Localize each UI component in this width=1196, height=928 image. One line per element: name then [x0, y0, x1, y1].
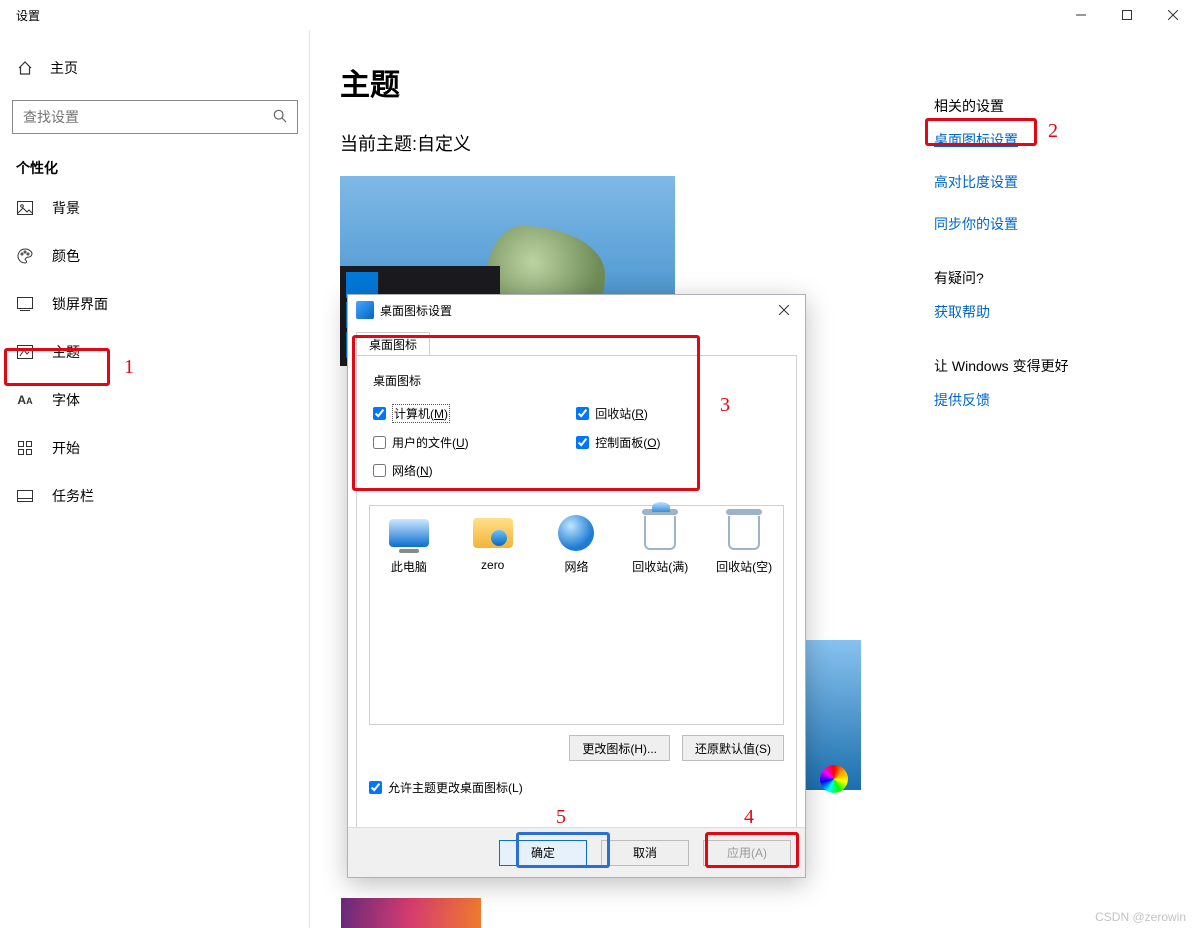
- check-control-panel[interactable]: 控制面板(O): [576, 434, 775, 451]
- theme-thumbnail[interactable]: [341, 898, 481, 928]
- font-icon: AA: [16, 393, 34, 407]
- link-get-help[interactable]: 获取帮助: [934, 302, 1154, 322]
- dialog-titlebar: 桌面图标设置: [348, 295, 805, 325]
- icon-label: 网络: [564, 558, 588, 575]
- annotation-number-1: 1: [124, 356, 134, 379]
- annotation-number-3: 3: [720, 394, 730, 417]
- window-title: 设置: [0, 7, 40, 24]
- minimize-button[interactable]: [1058, 0, 1104, 30]
- dialog-body: 桌面图标 计算机(M) 回收站(R) 用户的文件(U) 控制面板(O) 网络(N…: [356, 355, 797, 859]
- nav-label: 主题: [52, 342, 80, 362]
- window-controls: [1058, 0, 1196, 30]
- nav-lockscreen[interactable]: 锁屏界面: [0, 280, 309, 328]
- nav-label: 背景: [52, 198, 80, 218]
- home-label: 主页: [50, 58, 78, 78]
- group-label: 桌面图标: [373, 372, 784, 389]
- nav-start[interactable]: 开始: [0, 424, 309, 472]
- colorwheel-icon: [820, 765, 848, 793]
- annotation-number-5: 5: [556, 806, 566, 829]
- question-heading: 有疑问?: [934, 268, 1154, 288]
- search-input[interactable]: [13, 109, 263, 125]
- icon-label: zero: [481, 558, 504, 572]
- dialog-desktop-icon-settings: 桌面图标设置 桌面图标 桌面图标 计算机(M) 回收站(R) 用户的文件(U) …: [347, 294, 806, 878]
- icon-recycle-empty[interactable]: 回收站(空): [711, 514, 777, 575]
- check-computer[interactable]: 计算机(M): [373, 404, 572, 423]
- ok-button[interactable]: 确定: [499, 840, 587, 866]
- related-column: 相关的设置 桌面图标设置 高对比度设置 同步你的设置 有疑问? 获取帮助 让 W…: [934, 96, 1154, 432]
- icon-list: 此电脑 zero 网络 回收站(满) 回收站(空): [369, 505, 784, 725]
- check-user-files[interactable]: 用户的文件(U): [373, 434, 572, 451]
- theme-icon: [16, 345, 34, 359]
- search-icon: [263, 109, 297, 126]
- restore-defaults-button[interactable]: 还原默认值(S): [682, 735, 784, 761]
- annotation-number-4: 4: [744, 806, 754, 829]
- nav-label: 颜色: [52, 246, 80, 266]
- apply-button[interactable]: 应用(A): [703, 840, 791, 866]
- checkbox-user-files[interactable]: [373, 436, 386, 449]
- cancel-button[interactable]: 取消: [601, 840, 689, 866]
- titlebar: 设置: [0, 0, 1196, 30]
- sidebar: 主页 个性化 背景 颜色 锁屏界面 主题 AA 字体 开始 任务栏: [0, 30, 310, 928]
- link-high-contrast[interactable]: 高对比度设置: [934, 172, 1154, 192]
- icon-user-folder[interactable]: zero: [460, 514, 526, 575]
- check-recyclebin[interactable]: 回收站(R): [576, 404, 775, 423]
- home-nav[interactable]: 主页: [0, 46, 309, 90]
- lockscreen-icon: [16, 297, 34, 311]
- maximize-button[interactable]: [1104, 0, 1150, 30]
- check-network[interactable]: 网络(N): [373, 462, 572, 479]
- icon-network[interactable]: 网络: [544, 514, 610, 575]
- watermark: CSDN @zerowin: [1095, 910, 1186, 924]
- related-heading: 相关的设置: [934, 96, 1154, 116]
- dialog-close-button[interactable]: [769, 299, 799, 321]
- nav-taskbar[interactable]: 任务栏: [0, 472, 309, 520]
- icon-label: 此电脑: [391, 558, 427, 575]
- checkbox-control-panel[interactable]: [576, 436, 589, 449]
- dialog-title-text: 桌面图标设置: [380, 302, 452, 319]
- change-icon-button[interactable]: 更改图标(H)...: [569, 735, 670, 761]
- checkbox-allow-theme[interactable]: [369, 781, 382, 794]
- nav-colors[interactable]: 颜色: [0, 232, 309, 280]
- nav-label: 任务栏: [52, 486, 94, 506]
- search-box[interactable]: [12, 100, 298, 134]
- allow-theme-change[interactable]: 允许主题更改桌面图标(L): [369, 779, 784, 796]
- nav-label: 字体: [52, 390, 80, 410]
- start-icon: [16, 441, 34, 455]
- icon-label: 回收站(空): [716, 558, 772, 575]
- icon-this-pc[interactable]: 此电脑: [376, 514, 442, 575]
- icon-recycle-full[interactable]: 回收站(满): [627, 514, 693, 575]
- palette-icon: [16, 248, 34, 264]
- dialog-tabstrip: 桌面图标: [348, 325, 805, 355]
- link-sync-settings[interactable]: 同步你的设置: [934, 214, 1154, 234]
- link-desktop-icon-settings[interactable]: 桌面图标设置: [934, 130, 1154, 150]
- annotation-number-2: 2: [1048, 120, 1058, 143]
- icon-label: 回收站(满): [632, 558, 688, 575]
- picture-icon: [16, 201, 34, 215]
- nav-label: 锁屏界面: [52, 294, 108, 314]
- nav-fonts[interactable]: AA 字体: [0, 376, 309, 424]
- taskbar-icon: [16, 490, 34, 502]
- home-icon: [16, 60, 34, 76]
- checkbox-computer[interactable]: [373, 407, 386, 420]
- section-personalization: 个性化: [0, 146, 309, 184]
- dialog-footer: 确定 取消 应用(A): [348, 827, 805, 877]
- link-feedback[interactable]: 提供反馈: [934, 390, 1154, 410]
- nav-themes[interactable]: 主题: [0, 328, 309, 376]
- nav-background[interactable]: 背景: [0, 184, 309, 232]
- nav-label: 开始: [52, 438, 80, 458]
- dialog-icon: [356, 301, 374, 319]
- tab-desktop-icons[interactable]: 桌面图标: [356, 332, 430, 356]
- improve-heading: 让 Windows 变得更好: [934, 356, 1154, 376]
- checkbox-network[interactable]: [373, 464, 386, 477]
- checkbox-recyclebin[interactable]: [576, 407, 589, 420]
- close-button[interactable]: [1150, 0, 1196, 30]
